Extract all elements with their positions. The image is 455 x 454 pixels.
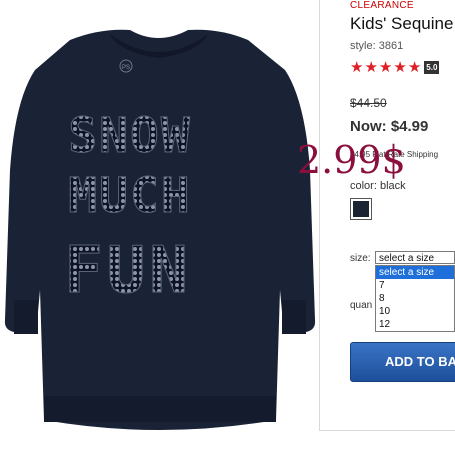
sale-price: Now: $4.99 <box>350 118 429 135</box>
rating-value: 5.0 <box>424 61 440 74</box>
shirt-slogan-line-3: FUN <box>64 234 192 308</box>
bottom-divider <box>319 430 455 431</box>
original-price: $44.50 <box>350 96 387 110</box>
size-dropdown-list[interactable]: select a size 7 8 10 12 <box>375 265 455 332</box>
size-option[interactable]: select a size <box>376 266 454 279</box>
style-number: style: 3861 <box>350 40 404 52</box>
hem <box>44 396 276 422</box>
clearance-badge: CLEARANCE <box>350 0 414 11</box>
size-option[interactable]: 8 <box>376 292 454 305</box>
right-cuff <box>282 300 306 334</box>
quantity-label: quan <box>350 300 373 311</box>
star-icon: ★ <box>393 59 407 76</box>
overlay-price-annotation: 2.99$ <box>297 138 406 182</box>
star-icon: ★ <box>407 59 422 76</box>
sweatshirt-body <box>4 29 316 430</box>
product-image[interactable]: PS SNOW MUCH FUN <box>0 0 318 454</box>
star-icon: ★ <box>350 59 364 76</box>
brand-logo-text: PS <box>122 65 130 71</box>
shirt-slogan-line-2: MUCH <box>68 168 192 224</box>
size-option[interactable]: 10 <box>376 305 454 318</box>
size-option[interactable]: 7 <box>376 279 454 292</box>
product-title: Kids' Sequine <box>350 14 454 33</box>
panel-divider <box>319 0 320 430</box>
left-cuff <box>14 300 38 334</box>
color-label: color: black <box>350 180 406 192</box>
add-to-bag-button[interactable]: ADD TO BA <box>350 342 455 382</box>
size-select[interactable]: select a size <box>375 251 455 264</box>
size-label: size: <box>350 253 371 264</box>
sweatshirt-image: PS SNOW MUCH FUN <box>4 29 316 430</box>
rating-stars[interactable]: ★ ★ ★ ★ ★ 5.0 <box>350 59 440 76</box>
star-icon: ★ <box>378 59 393 76</box>
shirt-slogan-line-1: SNOW <box>68 108 192 164</box>
star-icon: ★ <box>364 59 378 76</box>
size-option[interactable]: 12 <box>376 318 454 331</box>
color-swatch-black[interactable] <box>350 198 372 220</box>
